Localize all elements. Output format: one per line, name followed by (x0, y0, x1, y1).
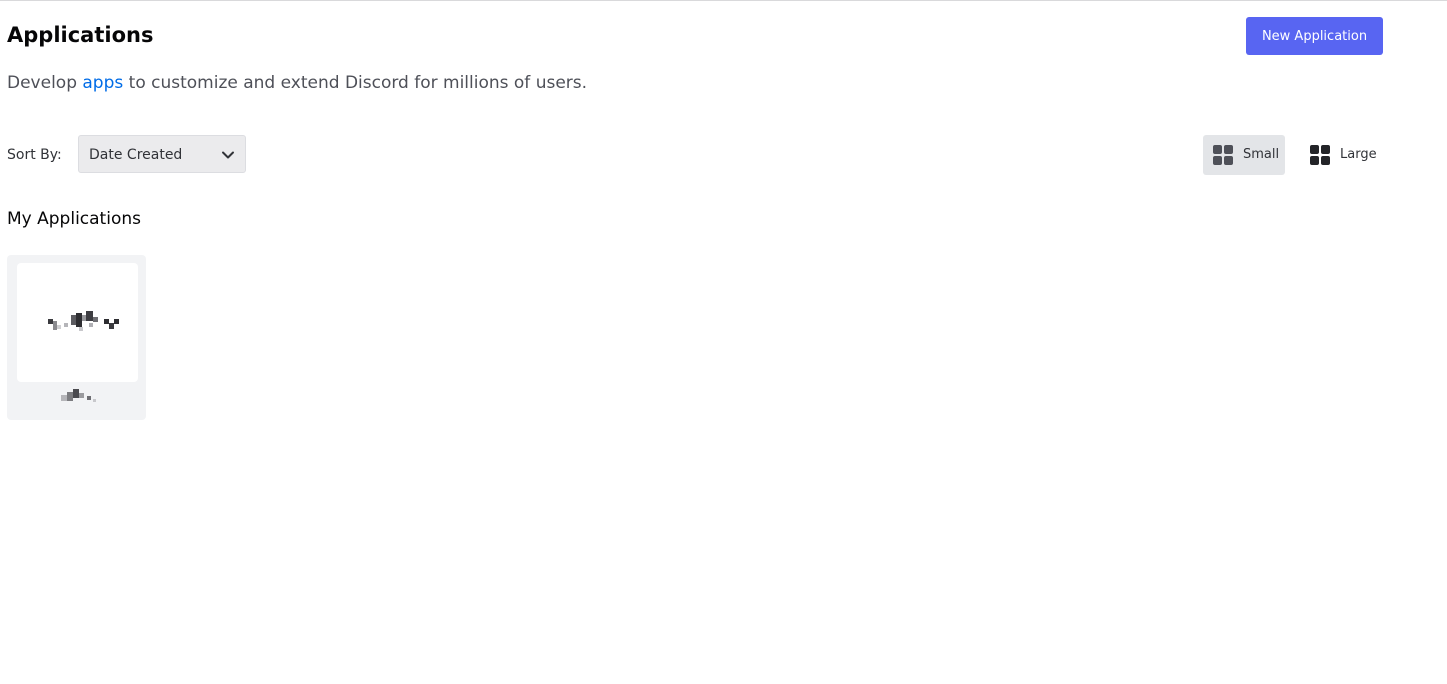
grid-large-icon (1310, 145, 1330, 165)
page-title: Applications (7, 23, 154, 47)
sort-by-label: Sort By: (7, 147, 62, 163)
app-name-pixelated (61, 389, 96, 402)
top-divider (0, 0, 1447, 1)
view-large-label: Large (1340, 147, 1377, 162)
my-applications-heading: My Applications (7, 209, 141, 229)
grid-small-icon (1213, 145, 1233, 165)
sort-select[interactable]: Date Created (78, 135, 246, 173)
page-subtitle: Develop apps to customize and extend Dis… (7, 71, 587, 95)
chevron-down-icon (222, 151, 234, 159)
apps-link[interactable]: apps (82, 73, 123, 93)
new-application-button[interactable]: New Application (1246, 17, 1383, 55)
view-large-toggle[interactable]: Large (1300, 135, 1382, 175)
view-small-toggle[interactable]: Small (1203, 135, 1285, 175)
subtitle-prefix: Develop (7, 73, 83, 93)
app-avatar (17, 263, 138, 382)
sort-selected-value: Date Created (89, 147, 183, 163)
subtitle-suffix: to customize and extend Discord for mill… (123, 73, 588, 93)
view-small-label: Small (1243, 147, 1280, 162)
pixelated-avatar-image (48, 311, 119, 331)
application-card[interactable] (7, 255, 146, 420)
